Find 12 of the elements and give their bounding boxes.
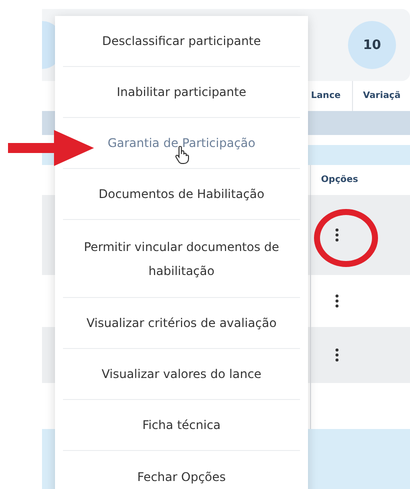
more-options-icon[interactable] <box>335 348 339 362</box>
menu-item[interactable]: Visualizar critérios de avaliação <box>63 298 300 349</box>
count-badge: 10 <box>348 21 396 69</box>
more-options-icon[interactable] <box>335 294 339 308</box>
menu-item[interactable]: Desclassificar participante <box>63 16 300 67</box>
menu-item[interactable]: Permitir vincular documentos de habilitação <box>63 220 300 298</box>
menu-item[interactable]: Documentos de Habilitação <box>63 169 300 220</box>
menu-item[interactable]: Visualizar valores do lance <box>63 349 300 400</box>
menu-item[interactable]: Inabilitar participante <box>63 67 300 118</box>
menu-item[interactable]: Fechar Opções <box>63 451 300 489</box>
more-options-icon[interactable] <box>335 228 339 242</box>
menu-item[interactable]: Ficha técnica <box>63 400 300 451</box>
